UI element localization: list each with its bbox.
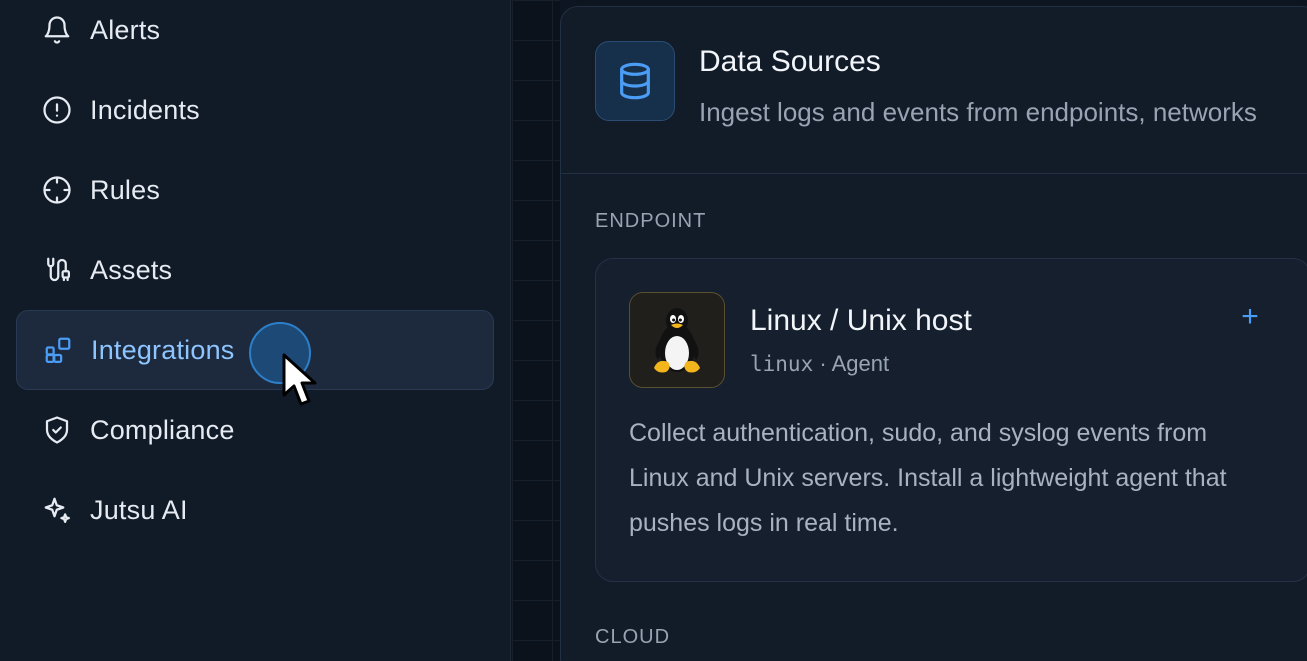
sidebar-item-label: Integrations	[91, 334, 235, 365]
sidebar-item-label: Alerts	[90, 14, 161, 45]
app: Alerts Incidents Rules Assets Integratio…	[0, 0, 1307, 661]
sidebar-item-incidents[interactable]: Incidents	[16, 70, 494, 150]
page-title: Data Sources	[699, 45, 881, 78]
crosshair-icon	[40, 173, 74, 207]
database-icon	[595, 41, 675, 121]
alert-circle-icon	[40, 93, 74, 127]
sidebar-item-alerts[interactable]: Alerts	[16, 0, 494, 70]
data-sources-panel: Data Sources Ingest logs and events from…	[560, 6, 1307, 661]
sidebar-item-label: Jutsu AI	[90, 494, 188, 525]
page-subtitle: Ingest logs and events from endpoints, n…	[699, 97, 1257, 127]
add-integration-button[interactable]: +	[1232, 299, 1268, 335]
meta-separator: ·	[819, 351, 827, 376]
section-label-endpoint: ENDPOINT	[595, 210, 707, 232]
integration-slug: linux	[750, 352, 814, 376]
sidebar: Alerts Incidents Rules Assets Integratio…	[0, 0, 511, 661]
integration-type: Agent	[831, 351, 890, 376]
sidebar-item-label: Rules	[90, 174, 161, 205]
integration-card-linux[interactable]: Linux / Unix host linux · Agent + Collec…	[595, 258, 1307, 582]
background-grid	[512, 0, 560, 661]
sidebar-item-compliance[interactable]: Compliance	[16, 390, 494, 470]
mouse-cursor-icon	[282, 353, 317, 406]
sidebar-item-label: Assets	[90, 254, 173, 285]
sidebar-item-rules[interactable]: Rules	[16, 150, 494, 230]
sidebar-item-assets[interactable]: Assets	[16, 230, 494, 310]
blocks-icon	[41, 333, 75, 367]
card-title: Linux / Unix host	[750, 304, 972, 337]
tux-icon	[629, 292, 725, 388]
card-description: Collect authentication, sudo, and syslog…	[629, 419, 1227, 537]
shield-check-icon	[40, 413, 74, 447]
section-label-cloud: CLOUD	[595, 626, 671, 648]
sidebar-item-label: Incidents	[90, 94, 200, 125]
route-icon	[40, 253, 74, 287]
sidebar-item-label: Compliance	[90, 414, 235, 445]
sidebar-item-jutsu-ai[interactable]: Jutsu AI	[16, 470, 494, 550]
card-meta: linux · Agent	[750, 351, 889, 377]
bell-icon	[40, 13, 74, 47]
panel-header: Data Sources Ingest logs and events from…	[561, 7, 1307, 174]
sparkles-icon	[40, 493, 74, 527]
